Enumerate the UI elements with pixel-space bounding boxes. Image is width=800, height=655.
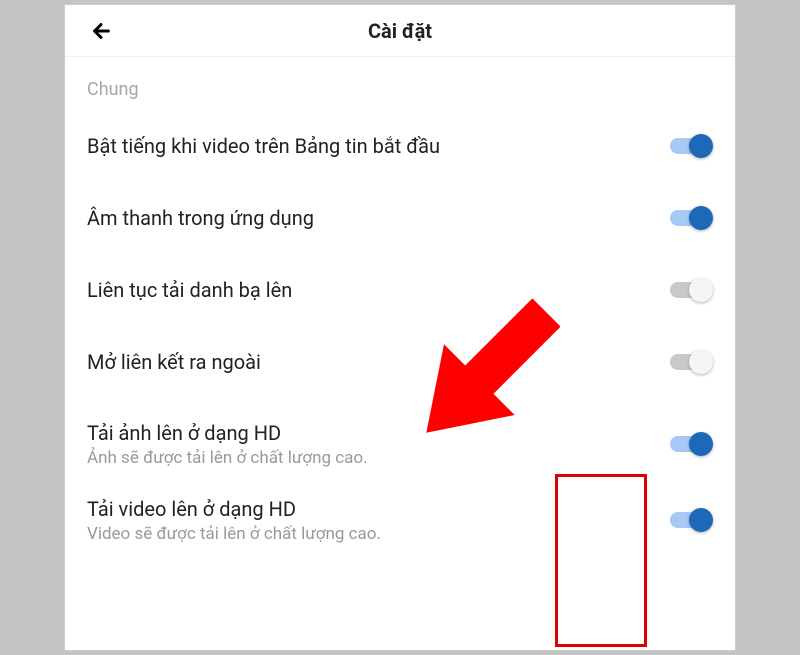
toggle-videos-hd[interactable] bbox=[667, 506, 713, 534]
row-upload-photos-hd[interactable]: Tải ảnh lên ở dạng HD Ảnh sẽ được tải lê… bbox=[65, 398, 735, 482]
toggle-photos-hd[interactable] bbox=[667, 430, 713, 458]
row-label: Âm thanh trong ứng dụng bbox=[87, 205, 547, 231]
back-button[interactable] bbox=[87, 17, 115, 45]
row-label: Bật tiếng khi video trên Bảng tin bắt đầ… bbox=[87, 133, 547, 159]
row-label: Tải ảnh lên ở dạng HD bbox=[87, 420, 547, 446]
page-title: Cài đặt bbox=[65, 19, 735, 43]
toggle-sound-video-start[interactable] bbox=[667, 132, 713, 160]
row-sublabel: Video sẽ được tải lên ở chất lượng cao. bbox=[87, 524, 547, 544]
row-label: Tải video lên ở dạng HD bbox=[87, 496, 547, 522]
toggle-contact-upload[interactable] bbox=[667, 276, 713, 304]
toggle-external-links[interactable] bbox=[667, 348, 713, 376]
row-label: Liên tục tải danh bạ lên bbox=[87, 277, 547, 303]
row-continuous-contact-upload[interactable]: Liên tục tải danh bạ lên bbox=[65, 254, 735, 326]
header: Cài đặt bbox=[65, 5, 735, 57]
back-arrow-icon bbox=[90, 20, 112, 42]
row-sound-video-start[interactable]: Bật tiếng khi video trên Bảng tin bắt đầ… bbox=[65, 110, 735, 182]
settings-screen: Cài đặt Chung Bật tiếng khi video trên B… bbox=[64, 4, 736, 651]
row-open-links-externally[interactable]: Mở liên kết ra ngoài bbox=[65, 326, 735, 398]
toggle-in-app-sound[interactable] bbox=[667, 204, 713, 232]
row-upload-videos-hd[interactable]: Tải video lên ở dạng HD Video sẽ được tả… bbox=[65, 482, 735, 566]
row-in-app-sound[interactable]: Âm thanh trong ứng dụng bbox=[65, 182, 735, 254]
row-label: Mở liên kết ra ngoài bbox=[87, 349, 547, 375]
section-label-general: Chung bbox=[65, 57, 735, 110]
row-sublabel: Ảnh sẽ được tải lên ở chất lượng cao. bbox=[87, 448, 547, 468]
